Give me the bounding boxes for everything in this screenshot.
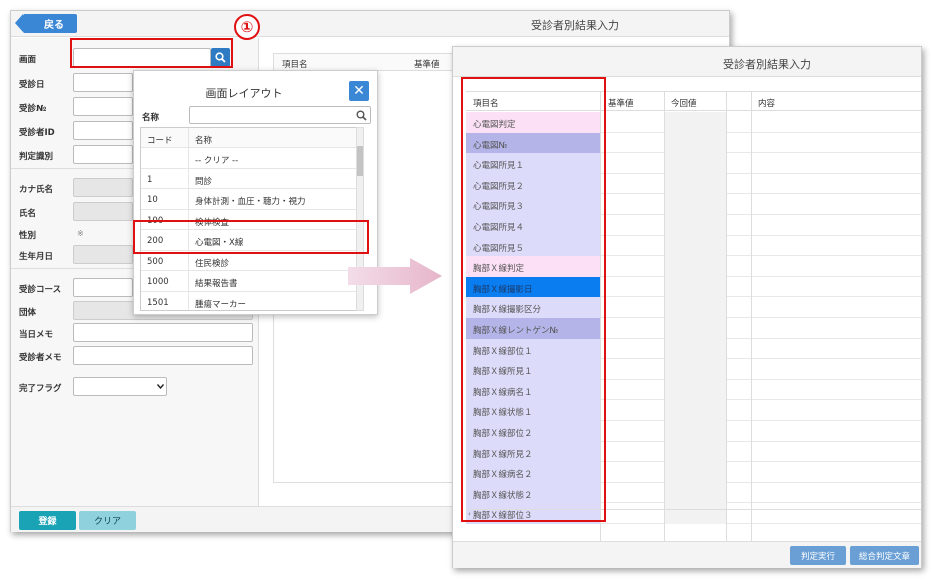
date-input[interactable] [73, 73, 133, 92]
judge-label: 判定識別 [19, 152, 54, 162]
table-row[interactable]: -- クリア -- [141, 148, 363, 169]
current-value-cell[interactable] [664, 132, 726, 154]
name-search-input[interactable] [189, 106, 371, 124]
current-value-cell[interactable] [664, 173, 726, 195]
kana-label: カナ氏名 [19, 185, 54, 195]
col-content: 内容 [758, 99, 776, 109]
col-name: 名称 [195, 136, 213, 146]
search-icon [356, 110, 367, 121]
title-bar: 戻る 受診者別結果入力 [11, 11, 729, 37]
current-value-cell[interactable] [664, 153, 726, 174]
col-standard: 基準値 [414, 60, 440, 70]
table-row[interactable]: 1501 腫瘍マーカー [141, 292, 363, 311]
current-value-cell[interactable] [664, 235, 726, 257]
current-value-cell[interactable] [664, 215, 726, 236]
current-value-cell[interactable] [664, 482, 726, 504]
memo-day-label: 当日メモ [19, 330, 54, 340]
sex-label: 性別 [19, 231, 37, 241]
screen-label: 画面 [19, 55, 37, 65]
highlight-box [133, 220, 369, 254]
current-value-cell[interactable] [664, 421, 726, 442]
current-value-cell[interactable] [664, 359, 726, 380]
current-value-cell[interactable] [664, 338, 726, 360]
current-value-cell[interactable] [664, 318, 726, 339]
judge-input[interactable] [73, 145, 133, 164]
current-value-cell[interactable] [664, 462, 726, 483]
back-button[interactable]: 戻る [15, 14, 77, 33]
done-label: 完了フラグ [19, 384, 62, 394]
done-select[interactable] [73, 377, 167, 396]
col-code: コード [147, 136, 173, 146]
kana-field [73, 178, 133, 197]
current-value-cell[interactable] [664, 256, 726, 277]
table-row[interactable]: 1 問診 [141, 169, 363, 189]
id-input[interactable] [73, 121, 133, 140]
chevron-down-icon [157, 384, 164, 389]
highlight-box [70, 38, 233, 68]
clear-button[interactable]: クリア [79, 511, 136, 530]
register-button[interactable]: 登録 [19, 511, 76, 530]
course-label: 受診コース [19, 285, 62, 295]
current-value-cell[interactable] [664, 400, 726, 421]
col-divider [751, 91, 752, 561]
current-value-cell[interactable] [664, 441, 726, 463]
highlight-box [461, 77, 606, 522]
table-row[interactable]: 1000 結果報告書 [141, 271, 363, 292]
col-current: 今回値 [671, 99, 697, 109]
right-arrow-icon [348, 258, 442, 294]
no-input[interactable] [73, 97, 133, 116]
col-divider [726, 91, 727, 561]
date-label: 受診日 [19, 80, 45, 90]
table-header: コード 名称 [141, 128, 363, 148]
step-number-badge: ① [234, 14, 260, 40]
dialog-title: 画面レイアウト [205, 87, 283, 100]
current-value-cell[interactable] [664, 379, 726, 401]
layout-table: コード 名称 -- クリア -- 1 問診 10 身体計測・血圧・聴力・視力 100… [140, 127, 364, 311]
table-row[interactable]: 10 身体計測・血圧・聴力・視力 [141, 189, 363, 210]
current-value-cell[interactable] [664, 276, 726, 298]
id-label: 受診者ID [19, 128, 55, 138]
memo-person-label: 受診者メモ [19, 353, 62, 363]
current-value-cell[interactable] [664, 112, 726, 133]
sex-value: ※ [77, 229, 84, 238]
window-title: 受診者別結果入力 [723, 58, 811, 71]
course-input[interactable] [73, 278, 133, 297]
birth-label: 生年月日 [19, 252, 54, 262]
birth-field [73, 245, 133, 264]
col-standard: 基準値 [608, 99, 634, 109]
name-label: 氏名 [19, 209, 37, 219]
title-bar: 受診者別結果入力 [453, 47, 921, 77]
window-title: 受診者別結果入力 [531, 19, 619, 32]
current-value-cell[interactable] [664, 194, 726, 215]
overall-judge-text-button[interactable]: 総合判定文章 [850, 546, 919, 565]
current-value-cell[interactable] [664, 297, 726, 318]
col-divider [664, 91, 665, 561]
scrollbar-thumb[interactable] [357, 146, 363, 176]
close-button[interactable]: ✕ [349, 81, 369, 101]
no-label: 受診№ [19, 104, 47, 114]
memo-day-input[interactable] [73, 323, 253, 342]
screen-layout-dialog: 画面レイアウト ✕ 名称 コード 名称 -- クリア -- 1 問診 10 身体計測… [133, 70, 378, 315]
name-search-label: 名称 [142, 113, 160, 123]
memo-person-input[interactable] [73, 346, 253, 365]
name-field [73, 202, 133, 221]
judge-run-button[interactable]: 判定実行 [790, 546, 846, 565]
group-label: 団体 [19, 308, 37, 318]
col-item-name: 項目名 [282, 60, 308, 70]
bottom-bar: 判定実行 総合判定文章 [453, 541, 921, 568]
